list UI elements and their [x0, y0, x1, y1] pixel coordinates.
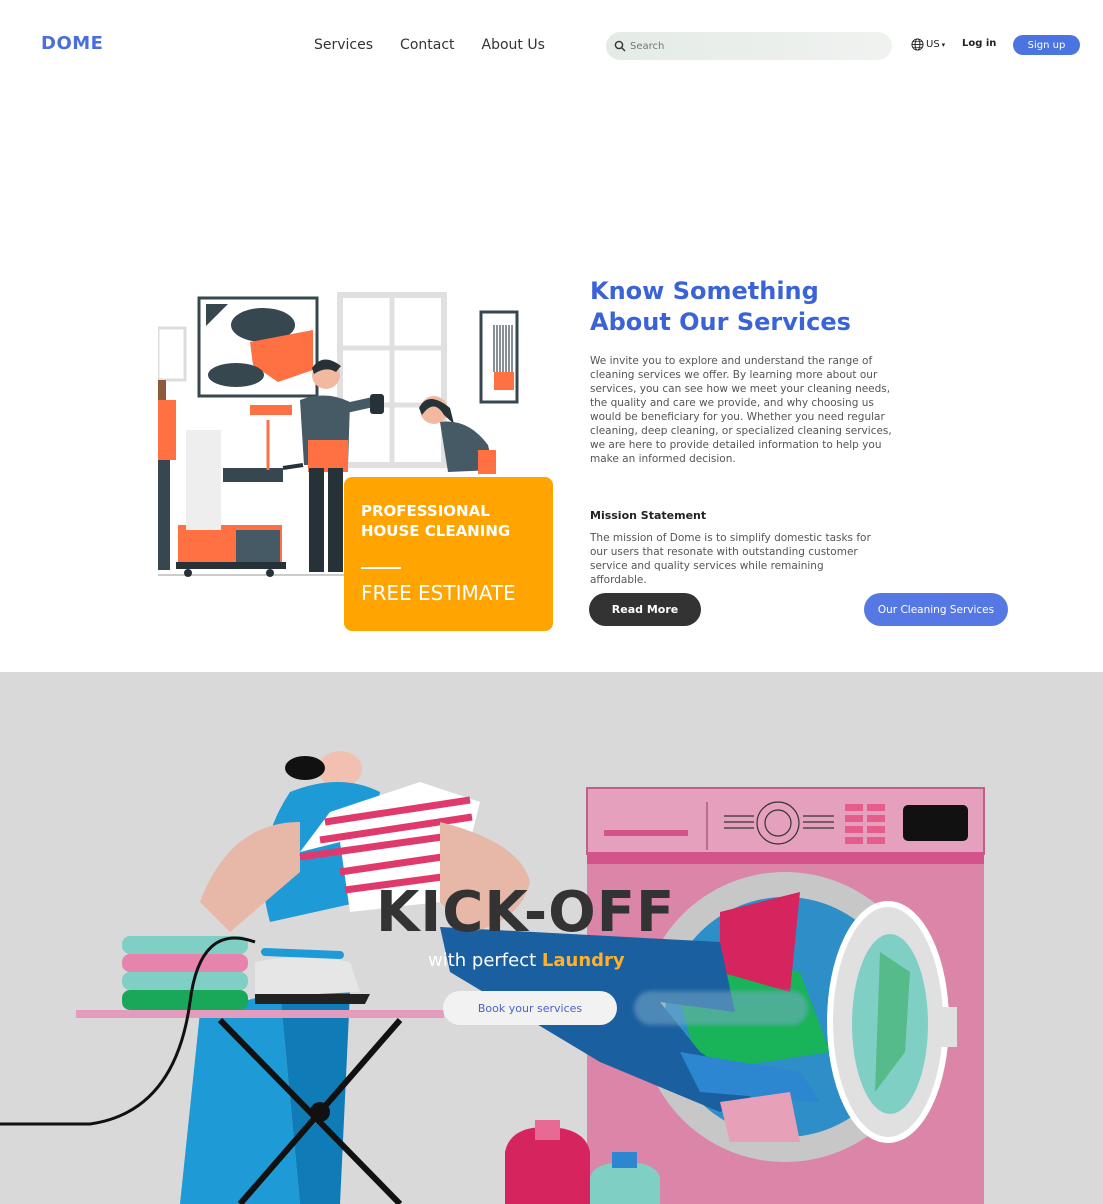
search-icon [614, 40, 626, 52]
nav-services[interactable]: Services [314, 37, 373, 53]
nav-contact[interactable]: Contact [400, 37, 454, 53]
book-services-button[interactable]: Book your services [443, 991, 617, 1025]
mission-text: The mission of Dome is to simplify domes… [590, 532, 871, 586]
about-title-line2: About Our Services [590, 308, 851, 336]
language-selector[interactable]: US ▾ [911, 38, 945, 51]
search-input[interactable] [630, 40, 870, 52]
login-link[interactable]: Log in [962, 38, 996, 49]
promo-divider [361, 567, 401, 569]
tagline-highlight: Laundry [541, 950, 625, 971]
chevron-down-icon: ▾ [941, 40, 946, 49]
about-title-line1: Know Something [590, 277, 819, 305]
laundry-hero: KICK-OFF with perfect Laundry Book your … [0, 672, 1103, 1204]
site-header: DOME Services Contact About Us US ▾ Log … [0, 0, 1103, 90]
promo-title: PROFESSIONAL HOUSE CLEANING [361, 502, 511, 540]
search-bar[interactable] [606, 32, 892, 60]
tagline-prefix: with perfect [428, 950, 537, 971]
globe-icon [911, 38, 924, 51]
about-description: We invite you to explore and understand … [590, 355, 892, 465]
signup-button[interactable]: Sign up [1013, 35, 1080, 55]
nav-about-us[interactable]: About Us [482, 37, 545, 53]
about-title: Know Something About Our Services [590, 276, 910, 338]
our-cleaning-services-button[interactable]: Our Cleaning Services [864, 593, 1008, 626]
promo-subtitle: FREE ESTIMATE [361, 581, 516, 605]
hero-tagline: with perfect Laundry [428, 950, 625, 971]
logo[interactable]: DOME [41, 33, 103, 54]
secondary-button[interactable] [634, 991, 808, 1025]
hero-headline: KICK-OFF [376, 880, 676, 945]
read-more-button[interactable]: Read More [589, 593, 701, 626]
mission-heading: Mission Statement [590, 509, 707, 522]
main-nav: Services Contact About Us [314, 37, 545, 53]
language-label: US [926, 39, 940, 50]
promo-card: PROFESSIONAL HOUSE CLEANING FREE ESTIMAT… [344, 477, 553, 631]
